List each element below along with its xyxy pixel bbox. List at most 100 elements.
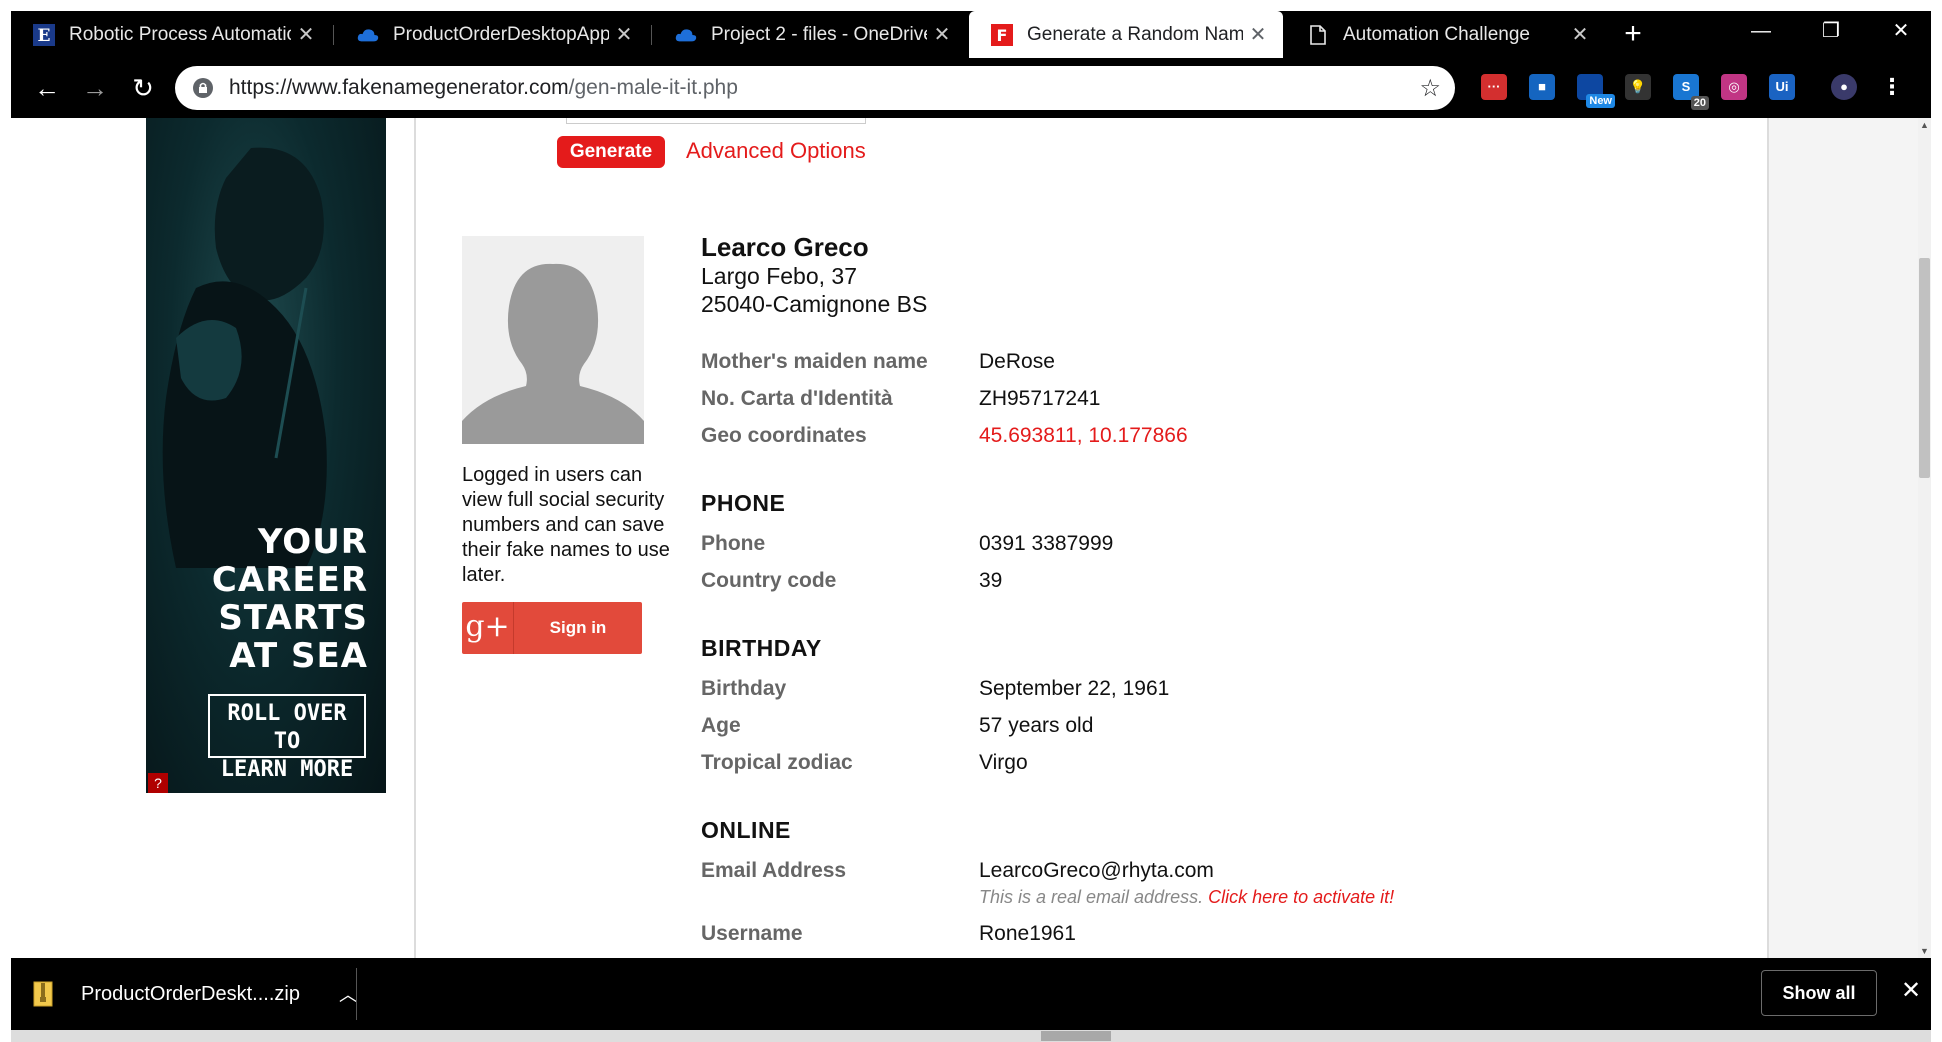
advanced-options-link[interactable]: Advanced Options [686, 138, 866, 164]
birthday-value: Virgo [979, 751, 1028, 774]
show-all-downloads-button[interactable]: Show all [1761, 970, 1877, 1016]
tab-title: ProductOrderDesktopApp - [393, 23, 609, 45]
email-value: LearcoGreco@rhyta.com [979, 859, 1214, 882]
page-viewport: YOUR CAREER STARTS AT SEA ROLL OVER TO L… [11, 118, 1931, 958]
ad-learn-more-button[interactable]: ROLL OVER TO LEARN MORE [208, 694, 366, 782]
forward-arrow-icon[interactable]: → [77, 70, 113, 106]
profile-avatar-icon[interactable]: ● [1831, 74, 1857, 100]
close-tab-icon[interactable]: ✕ [1565, 22, 1595, 47]
tab-title: Project 2 - files - OneDrive [711, 23, 927, 45]
ad-headline: YOUR CAREER STARTS AT SEA [212, 523, 368, 675]
activate-email-link[interactable]: Click here to activate it! [1208, 887, 1394, 907]
tab-title: Robotic Process Automation [69, 23, 291, 45]
restore-window-icon[interactable]: ❐ [1801, 11, 1861, 51]
close-window-icon[interactable]: ✕ [1871, 11, 1931, 51]
download-shelf: ProductOrderDeskt....zip ︿ Show all ✕ [11, 958, 1931, 1030]
bookmark-star-icon[interactable]: ☆ [1419, 74, 1441, 103]
uipath-label: Ui [1775, 79, 1789, 94]
birthday-label: Birthday [701, 677, 787, 700]
back-arrow-icon[interactable]: ← [29, 70, 65, 106]
document-icon [1307, 24, 1329, 46]
instagram-icon[interactable]: ◎ [1721, 74, 1747, 100]
close-tab-icon[interactable]: ✕ [291, 22, 321, 47]
new-badge: New [1586, 94, 1615, 108]
uipath-icon[interactable]: Ui [1769, 74, 1795, 100]
download-file-name: ProductOrderDeskt....zip [81, 982, 300, 1005]
ad-cta-line: LEARN MORE [220, 757, 354, 782]
url-text: https://www.fakenamegenerator.com/gen-ma… [229, 76, 738, 100]
phone-label: Phone [701, 532, 766, 555]
left-rail: YOUR CAREER STARTS AT SEA ROLL OVER TO L… [11, 118, 414, 958]
lock-icon [193, 78, 213, 98]
extension-new-icon[interactable]: New [1577, 74, 1615, 108]
ad-cta-line: ROLL OVER TO [227, 701, 347, 754]
ad-headline-line: AT SEA [229, 636, 368, 676]
onedrive-cloud-icon [357, 24, 379, 46]
extension-blue-square-icon[interactable]: ■ [1529, 74, 1555, 100]
tab-title: Generate a Random Name [1027, 23, 1243, 45]
tab-product-order-desktop-app[interactable]: ProductOrderDesktopApp - ✕ [335, 11, 649, 58]
tab-robotic-process-automation[interactable]: E Robotic Process Automation ✕ [11, 11, 331, 58]
detail-value: DeRose [979, 350, 1055, 373]
tab-automation-challenge[interactable]: Automation Challenge ✕ [1285, 11, 1605, 58]
close-tab-icon[interactable]: ✕ [1243, 22, 1273, 47]
detail-label: Mother's maiden name [701, 350, 928, 373]
address-bar[interactable]: https://www.fakenamegenerator.com/gen-ma… [175, 66, 1455, 110]
f-letter-icon: F [991, 23, 1013, 46]
scroll-up-arrow-icon[interactable]: ▲ [1918, 118, 1931, 132]
tab-project-2-files[interactable]: Project 2 - files - OneDrive ✕ [653, 11, 967, 58]
extension-red-icon[interactable]: ··· [1481, 74, 1507, 100]
tab-generate-random-name[interactable]: F Generate a Random Name ✕ [969, 11, 1283, 58]
zip-file-icon [33, 981, 53, 1007]
sailor-silhouette-image [162, 147, 327, 568]
vertical-scrollbar[interactable]: ▲ ▼ [1918, 118, 1931, 958]
chevron-up-icon[interactable]: ︿ [333, 981, 363, 1007]
tab-strip: E Robotic Process Automation ✕ ProductOr… [11, 11, 1931, 58]
tab-divider [333, 25, 334, 45]
close-tab-icon[interactable]: ✕ [609, 22, 639, 47]
online-label: Email Address [701, 859, 847, 882]
google-plus-icon: g+ [462, 602, 514, 654]
ad-headline-line: CAREER [211, 560, 368, 600]
url-path: /gen-male-it-it.php [568, 76, 738, 99]
phone-value: 0391 3387999 [979, 532, 1114, 555]
menu-kebab-icon[interactable]: ⋮ [1879, 74, 1905, 100]
extension-bulb-icon[interactable]: 💡 [1625, 74, 1651, 100]
advertisement-banner[interactable]: YOUR CAREER STARTS AT SEA ROLL OVER TO L… [146, 118, 386, 793]
scroll-down-arrow-icon[interactable]: ▼ [1918, 944, 1931, 958]
reload-icon[interactable]: ↻ [125, 70, 161, 106]
section-heading-phone: PHONE [701, 490, 786, 516]
ad-help-icon[interactable]: ? [148, 773, 168, 793]
minimize-window-icon[interactable]: — [1731, 11, 1791, 51]
section-heading-online: ONLINE [701, 817, 791, 843]
horizontal-scrollbar-thumb[interactable] [1041, 1031, 1111, 1041]
birthday-label: Tropical zodiac [701, 751, 853, 774]
url-host: https://www.fakenamegenerator.com [229, 76, 569, 99]
horizontal-scrollbar[interactable] [11, 1030, 1931, 1042]
tab-title: Automation Challenge [1343, 23, 1530, 45]
detail-label: Geo coordinates [701, 424, 867, 447]
email-note-text: This is a real email address. [979, 887, 1204, 907]
close-tab-icon[interactable]: ✕ [927, 22, 957, 47]
phone-label: Country code [701, 569, 837, 592]
birthday-value: 57 years old [979, 714, 1094, 737]
svg-text:F: F [997, 26, 1008, 45]
birthday-label: Age [701, 714, 741, 737]
phone-value: 39 [979, 569, 1003, 592]
close-shelf-icon[interactable]: ✕ [1896, 976, 1926, 1006]
download-item[interactable]: ProductOrderDeskt....zip ︿ [33, 970, 363, 1018]
avatar-silhouette [462, 236, 644, 444]
onedrive-cloud-icon [675, 24, 697, 46]
new-tab-plus-icon[interactable]: + [1616, 17, 1650, 51]
options-select-edge[interactable] [566, 118, 866, 124]
ad-headline-line: YOUR [257, 522, 368, 562]
extension-s-icon[interactable]: S 20 [1673, 74, 1709, 110]
tab-divider [651, 25, 652, 45]
scrollbar-thumb[interactable] [1919, 258, 1930, 478]
google-plus-signin-button[interactable]: g+ Sign in [462, 602, 642, 654]
shelf-divider [356, 968, 357, 1020]
geo-coordinates-link[interactable]: 45.693811, 10.177866 [979, 424, 1188, 448]
generate-button[interactable]: Generate [557, 136, 665, 168]
detail-label: No. Carta d'Identità [701, 387, 893, 410]
email-note: This is a real email address. Click here… [979, 887, 1394, 908]
